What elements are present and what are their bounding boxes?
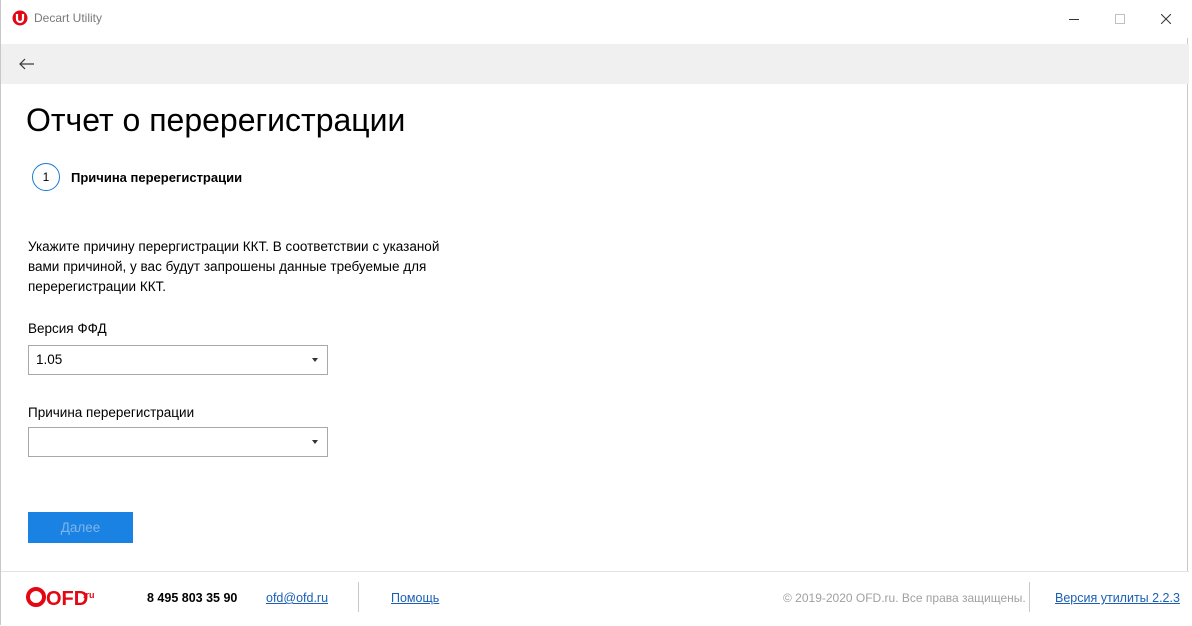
next-button[interactable]: Далее xyxy=(28,512,133,543)
page-title: Отчет о перерегистрации xyxy=(26,102,406,138)
minimize-button[interactable] xyxy=(1051,0,1097,38)
step-number-badge: 1 xyxy=(32,163,60,191)
email-link[interactable]: ofd@ofd.ru xyxy=(266,591,328,605)
window-title: Decart Utility xyxy=(34,11,103,25)
arrow-left-icon xyxy=(19,58,34,70)
ffd-version-select[interactable]: 1.05 xyxy=(28,345,328,375)
ofd-logo-text: OFD xyxy=(46,588,88,608)
reason-label: Причина перерегистрации xyxy=(28,405,195,420)
help-link[interactable]: Помощь xyxy=(391,591,439,605)
title-bar: Decart Utility xyxy=(1,0,1189,38)
app-window: Decart Utility Отчет о перерегистрации 1… xyxy=(0,0,1189,626)
ffd-version-label: Версия ФФД xyxy=(28,321,107,336)
description-line: Укажите причину перергистрации ККТ. В со… xyxy=(28,239,440,254)
maximize-button[interactable] xyxy=(1097,0,1143,38)
version-link[interactable]: Версия утилиты 2.2.3 xyxy=(1055,591,1180,605)
description-line: вами причиной, у вас будут запрошены дан… xyxy=(28,259,427,274)
navigation-bar xyxy=(1,44,1189,84)
chevron-down-icon xyxy=(312,358,318,362)
ffd-version-value: 1.05 xyxy=(36,352,63,367)
ofd-logo-suffix: .ru xyxy=(83,590,95,600)
step-label: Причина перерегистрации xyxy=(71,170,243,185)
footer-divider xyxy=(358,582,359,612)
chevron-down-icon xyxy=(312,440,318,444)
ofd-logo: OFD .ru xyxy=(26,587,95,608)
description-text: Укажите причину перергистрации ККТ. В со… xyxy=(28,237,468,297)
footer-divider xyxy=(1029,582,1030,612)
back-button[interactable] xyxy=(13,52,41,76)
reason-select[interactable] xyxy=(28,427,328,457)
footer: OFD .ru 8 495 803 35 90 ofd@ofd.ru Помощ… xyxy=(1,571,1189,626)
description-line: перерегистрации ККТ. xyxy=(28,279,167,294)
maximize-icon xyxy=(1115,14,1125,24)
app-logo-icon xyxy=(12,10,28,26)
close-button[interactable] xyxy=(1143,0,1189,38)
minimize-icon xyxy=(1069,19,1079,20)
support-phone: 8 495 803 35 90 xyxy=(147,591,238,605)
close-icon xyxy=(1161,14,1171,24)
copyright-text: © 2019-2020 OFD.ru. Все права защищены. xyxy=(783,591,1026,605)
